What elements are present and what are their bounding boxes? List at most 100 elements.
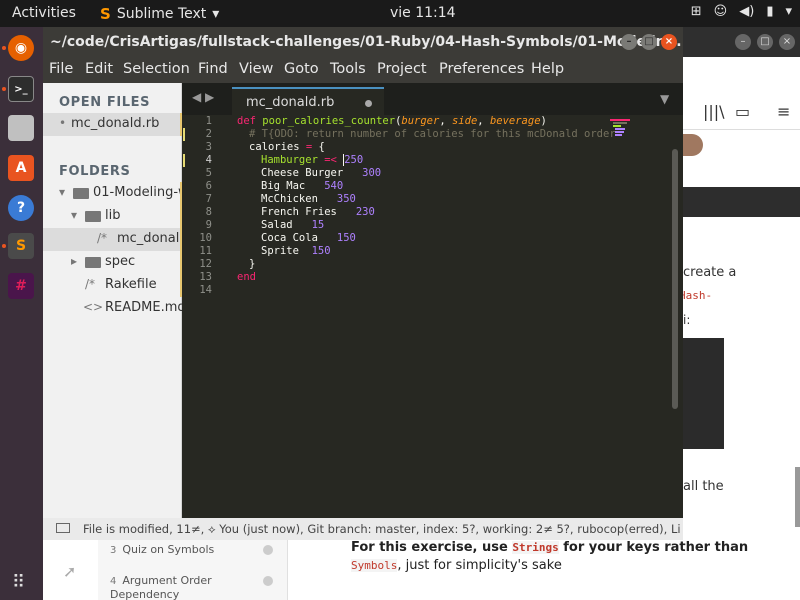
window-title: ~/code/CrisArtigas/fullstack-challenges/… — [50, 34, 682, 50]
folder-item[interactable]: ▾ lib — [43, 205, 182, 228]
folders-header: FOLDERS — [59, 164, 131, 179]
software-center-icon[interactable]: A — [8, 155, 34, 181]
exercise-hint: For this exercise, use Strings for your … — [351, 540, 749, 555]
ruby-file-icon: /* — [97, 231, 108, 245]
line-number: 7 — [205, 193, 212, 205]
menu-edit[interactable]: Edit — [85, 61, 113, 77]
page-text: create a — [683, 265, 737, 280]
page-header-bar — [683, 187, 800, 217]
minimap[interactable] — [610, 119, 668, 139]
menu-selection[interactable]: Selection — [123, 61, 190, 77]
file-item[interactable]: /* Rakefile — [43, 274, 182, 297]
volume-icon[interactable]: ◀) — [739, 4, 754, 19]
console-toggle-icon[interactable] — [56, 523, 70, 533]
folder-item[interactable]: ▾ 01-Modeling-w — [43, 182, 182, 205]
folder-item[interactable]: ▸ spec — [43, 251, 182, 274]
app-menu[interactable]: S Sublime Text ▾ — [100, 5, 219, 23]
sidebar-icon[interactable]: ▭ — [735, 102, 750, 121]
code-line: French Fries 230 — [261, 206, 375, 218]
accessibility-icon[interactable]: ☺ — [714, 4, 728, 19]
menu-view[interactable]: View — [239, 61, 273, 77]
activities-button[interactable]: Activities — [12, 5, 76, 21]
clock[interactable]: vie 11:14 — [390, 5, 456, 21]
code-line: # T{ODO: return number of calories for t… — [249, 128, 616, 140]
tab-mc-donald[interactable]: mc_donald.rb — [232, 87, 384, 115]
menu-icon[interactable]: ≡ — [777, 102, 790, 121]
code-area[interactable]: def poor_calories_counter(burger, side, … — [237, 115, 616, 518]
editor-vertical-scrollbar[interactable] — [672, 149, 678, 409]
lesson-status-dot — [263, 576, 273, 586]
show-apps-icon[interactable]: ⠿ — [12, 572, 25, 593]
window-titlebar[interactable]: ~/code/CrisArtigas/fullstack-challenges/… — [43, 27, 683, 57]
line-number: 11 — [199, 245, 212, 257]
code-line: def poor_calories_counter(burger, side, … — [237, 115, 547, 127]
menu-find[interactable]: Find — [198, 61, 228, 77]
help-icon[interactable]: ? — [8, 195, 34, 221]
unsaved-dot-icon[interactable] — [365, 100, 372, 107]
slack-icon[interactable]: # — [8, 273, 34, 299]
terminal-icon[interactable]: >_ — [8, 76, 34, 102]
menu-help[interactable]: Help — [531, 61, 564, 77]
tab-label: mc_donald.rb — [246, 95, 335, 110]
app-menu-label: Sublime Text — [116, 6, 207, 22]
line-number: 6 — [205, 180, 212, 192]
file-manager-icon[interactable] — [8, 115, 34, 141]
line-number: 2 — [205, 128, 212, 140]
battery-icon[interactable]: ▮ — [766, 4, 773, 19]
sublime-text-icon[interactable]: S — [8, 233, 34, 259]
code-line: calories = { — [249, 141, 325, 153]
page-text: i: — [683, 313, 691, 327]
open-file-item[interactable]: • mc_donald.rb — [43, 113, 182, 136]
power-menu-icon[interactable]: ▾ — [785, 4, 792, 19]
tab-nav-arrows[interactable]: ◀ ▶ — [192, 90, 214, 104]
network-icon[interactable]: ⊞ — [691, 4, 702, 19]
file-item[interactable]: <> README.md — [43, 297, 182, 320]
menu-bar: File Edit Selection Find View Goto Tools… — [43, 57, 683, 83]
line-number: 9 — [205, 219, 212, 231]
folder-icon — [85, 257, 101, 268]
folder-icon — [85, 211, 101, 222]
line-number: 3 — [205, 141, 212, 153]
minimize-icon[interactable]: – — [735, 34, 751, 50]
system-tray[interactable]: ⊞ ☺ ◀) ▮ ▾ — [691, 4, 792, 19]
tab-dropdown-icon[interactable]: ▼ — [660, 92, 669, 106]
menu-preferences[interactable]: Preferences — [439, 61, 524, 77]
menu-project[interactable]: Project — [377, 61, 427, 77]
minimize-icon[interactable]: – — [621, 34, 637, 50]
sidebar: OPEN FILES • mc_donald.rb FOLDERS ▾ 01-M… — [43, 83, 183, 540]
code-line: end — [237, 271, 256, 283]
exercise-hint-continued: Symbols, just for simplicity's sake — [351, 558, 562, 573]
code-line: Salad 15 — [261, 219, 325, 231]
open-files-header: OPEN FILES — [59, 95, 151, 110]
lesson-item[interactable]: 4 Argument Order Dependency — [110, 574, 273, 600]
file-dot-icon: • — [59, 116, 67, 130]
menu-goto[interactable]: Goto — [284, 61, 319, 77]
status-bar: File is modified, 11≠, ⟡ You (just now),… — [43, 518, 683, 540]
maximize-icon[interactable]: □ — [757, 34, 773, 50]
close-icon[interactable]: × — [779, 34, 795, 50]
lesson-sidebar: 3 Quiz on Symbols 4 Argument Order Depende… — [98, 540, 288, 600]
sublime-text-icon: S — [100, 5, 111, 23]
firefox-icon[interactable]: ◉ — [8, 35, 34, 61]
browser-titlebar: – □ × — [683, 27, 800, 57]
file-item[interactable]: /* mc_donald — [43, 228, 182, 251]
lesson-status-dot — [263, 545, 273, 555]
menu-tools[interactable]: Tools — [330, 61, 366, 77]
tab-bar: ◀ ▶ mc_donald.rb ▼ — [182, 83, 683, 115]
close-icon[interactable]: × — [661, 34, 677, 50]
rocket-icon[interactable]: ➚ — [63, 562, 76, 581]
avatar[interactable] — [683, 134, 703, 156]
page-scrollbar[interactable] — [795, 467, 800, 527]
code-line: McChicken 350 — [261, 193, 356, 205]
menu-file[interactable]: File — [49, 61, 73, 77]
background-page-lower: ➚ 3 Quiz on Symbols 4 Argument Order Depen… — [43, 540, 748, 600]
line-number: 4 — [205, 154, 212, 166]
lesson-item[interactable]: 3 Quiz on Symbols — [110, 543, 273, 556]
line-number: 5 — [205, 167, 212, 179]
chevron-down-icon: ▾ — [59, 185, 66, 199]
line-number: 13 — [199, 271, 212, 283]
maximize-icon[interactable]: □ — [641, 34, 657, 50]
library-icon[interactable]: |||\ — [703, 102, 725, 121]
code-line: Coca Cola 150 — [261, 232, 356, 244]
line-number-gutter: 1 2 3 4 5 6 7 8 9 10 11 12 13 14 — [182, 115, 222, 518]
